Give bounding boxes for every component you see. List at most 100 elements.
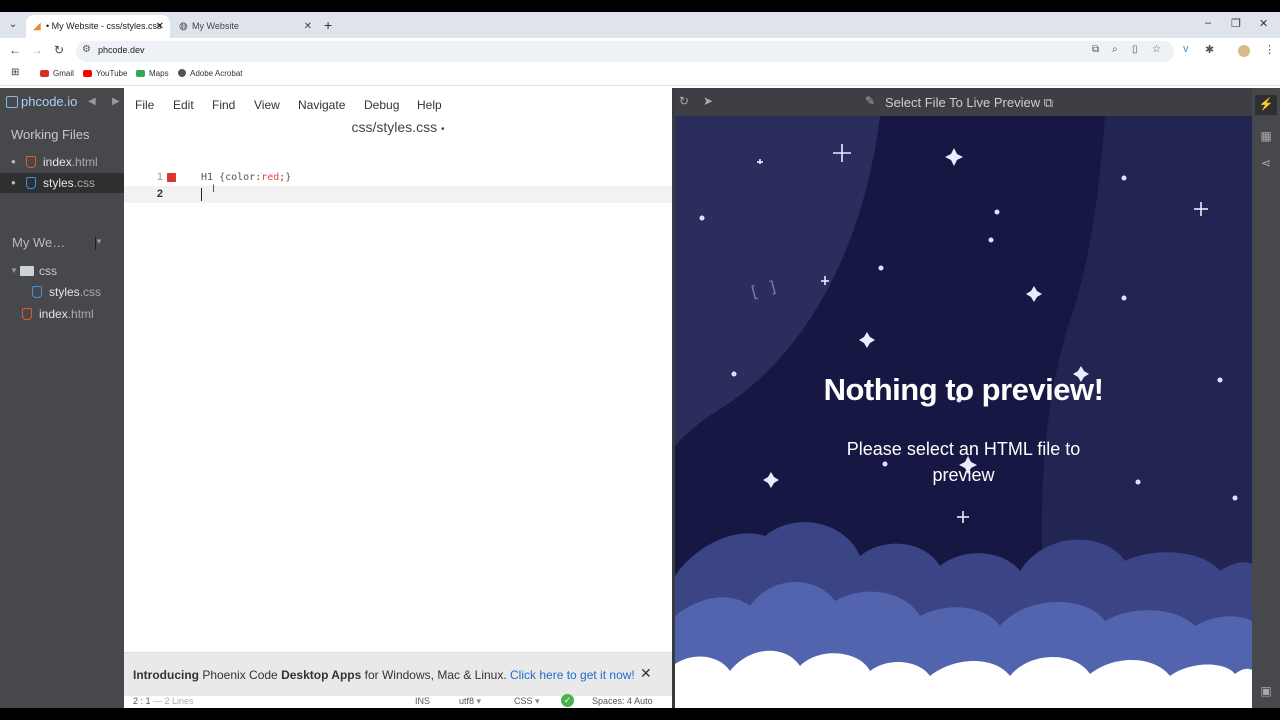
folder-icon (20, 266, 34, 276)
zoom-icon[interactable]: ⌕ (1112, 44, 1118, 55)
menu-edit[interactable]: Edit (173, 98, 194, 112)
share-icon[interactable]: ▯ (1132, 44, 1138, 55)
preview-heading: Nothing to preview! (823, 372, 1104, 407)
html-file-icon (26, 156, 36, 168)
back-icon[interactable]: ← (9, 43, 21, 57)
globe-icon: ◍ (179, 21, 188, 32)
project-dropdown[interactable]: My We… ▼ (12, 235, 103, 250)
file-name: styles.css (43, 176, 96, 190)
bookmark-adobe-acrobat[interactable]: Adobe Acrobat (178, 69, 242, 78)
phoenix-icon: ◢ (33, 21, 41, 32)
editor-file-title: css/styles.css • (351, 119, 445, 135)
bookmark-youtube[interactable]: YouTube (83, 69, 127, 78)
close-window-icon[interactable]: ✕ (1259, 17, 1268, 30)
unsaved-dot: • (440, 124, 445, 135)
forward-icon[interactable]: → (31, 43, 43, 57)
reload-icon[interactable]: ↻ (679, 94, 689, 108)
maximize-icon[interactable]: ❐ (1231, 17, 1241, 30)
pin-icon[interactable]: ✎ (865, 94, 875, 108)
code-line-2[interactable]: 2 (124, 186, 672, 203)
text-cursor (201, 188, 202, 201)
css-file-icon (32, 286, 42, 298)
menu-find[interactable]: Find (212, 98, 235, 112)
close-tab-icon[interactable]: ✕ (156, 15, 164, 38)
ibeam-cursor-icon: I (212, 183, 216, 195)
html-file-icon (22, 308, 32, 320)
working-file-index-html[interactable]: ● index.html (0, 152, 124, 172)
tree-folder-css[interactable]: ▼ css (0, 261, 124, 281)
encoding-select[interactable]: utf8 ▾ (459, 696, 481, 707)
youtube-icon (83, 70, 92, 77)
omnibox[interactable]: ⚙ phcode.dev ⧉ ⌕ ▯ ☆ (76, 41, 1174, 62)
pointer-mode-icon[interactable]: ➤ (703, 94, 713, 108)
live-preview-panel: ↻ ➤ ✎ Select File To Live Preview ⧉ [] … (675, 88, 1252, 708)
indent-settings[interactable]: Spaces: 4 Auto (592, 696, 653, 706)
feedback-icon[interactable]: ▣ (1258, 684, 1274, 698)
site-info-icon[interactable]: ⚙ (82, 44, 91, 55)
bookmarks-bar: ⊞ Gmail YouTube Maps Adobe Acrobat (0, 64, 1280, 86)
close-banner-icon[interactable]: ✕ (640, 665, 652, 682)
open-external-icon[interactable]: ⧉ (1044, 95, 1053, 110)
css-file-icon (26, 177, 36, 189)
tree-file-index-html[interactable]: index.html (0, 304, 124, 324)
reload-icon[interactable]: ↻ (54, 43, 64, 57)
code-line-1[interactable]: 1 H1 {color:red;} (124, 169, 672, 186)
night-sky-illustration: [ ] (675, 116, 1252, 708)
vimeo-extension-icon[interactable]: v (1183, 43, 1189, 55)
minimize-icon[interactable]: – (1205, 17, 1211, 29)
desktop-apps-banner: Introducing Phoenix Code Desktop Apps fo… (124, 652, 672, 696)
chevron-down-icon: ▾ (476, 696, 482, 706)
url-text: phcode.dev (98, 45, 145, 55)
menu-kebab-icon[interactable]: ⋮ (1264, 43, 1275, 56)
line-number: 1 (156, 171, 163, 183)
menu-debug[interactable]: Debug (364, 98, 399, 112)
status-bar: 2 : 1 — 2 Lines INS utf8 ▾ CSS ▾ ✓ Space… (124, 694, 672, 708)
extensions-icon[interactable]: ▦ (1258, 129, 1274, 143)
bookmark-maps[interactable]: Maps (136, 69, 169, 78)
app-logo[interactable]: phcode.io (6, 94, 77, 109)
preview-subtext: Please select an HTML file to preview (846, 439, 1081, 485)
live-preview-icon[interactable]: ⚡ (1258, 97, 1274, 111)
logo-icon (6, 96, 18, 108)
new-tab-button[interactable]: + (324, 16, 332, 34)
close-tab-icon[interactable]: ✕ (304, 15, 312, 38)
menu-navigate[interactable]: Navigate (298, 98, 345, 112)
insert-mode[interactable]: INS (415, 696, 430, 706)
cursor-position[interactable]: 2 : 1 — 2 Lines (133, 696, 194, 706)
avatar[interactable] (1238, 45, 1250, 57)
nav-back-icon[interactable]: ◀ (88, 96, 96, 107)
chevron-down-icon: ▼ (95, 237, 103, 250)
chevron-down-icon: ▼ (10, 266, 18, 275)
apps-grid-icon[interactable]: ⊞ (11, 67, 19, 78)
tab-my-website-styles[interactable]: ◢ • My Website - css/styles.css ✕ (26, 15, 170, 38)
tab-my-website[interactable]: ◍ My Website ✕ (172, 15, 318, 38)
share-icon[interactable]: ⋖ (1258, 156, 1274, 170)
tree-file-styles-css[interactable]: styles.css (0, 282, 124, 302)
menu-bar: File Edit Find View Navigate Debug Help (124, 88, 672, 116)
bullet: ● (11, 178, 16, 187)
bookmark-star-icon[interactable]: ☆ (1152, 44, 1161, 55)
menu-help[interactable]: Help (417, 98, 442, 112)
preview-canvas: [ ] Nothing to preview! Please select an… (675, 116, 1252, 708)
chevron-down-icon: ▾ (535, 696, 540, 706)
tab-title: My Website (192, 21, 239, 31)
browser-window: ⌄ ◢ • My Website - css/styles.css ✕ ◍ My… (0, 12, 1280, 708)
gmail-icon (40, 70, 49, 77)
lint-error-icon[interactable] (167, 173, 176, 182)
get-desktop-app-link[interactable]: Click here to get it now! (510, 668, 635, 682)
extensions-icon[interactable]: ✱ (1205, 43, 1214, 56)
bookmark-gmail[interactable]: Gmail (40, 69, 74, 78)
lint-ok-icon[interactable]: ✓ (561, 694, 574, 707)
preview-title: Select File To Live Preview ⧉ (885, 95, 1054, 110)
menu-file[interactable]: File (135, 98, 154, 112)
install-icon[interactable]: ⧉ (1092, 44, 1099, 55)
nav-forward-icon[interactable]: ▶ (112, 96, 120, 107)
address-bar: ← → ↻ ⚙ phcode.dev ⧉ ⌕ ▯ ☆ v ✱ ⋮ (0, 38, 1280, 64)
language-select[interactable]: CSS ▾ (514, 696, 540, 707)
menu-view[interactable]: View (254, 98, 280, 112)
preview-toolbar: ↻ ➤ ✎ Select File To Live Preview ⧉ (675, 88, 1252, 116)
tab-search-icon[interactable]: ⌄ (4, 16, 22, 34)
working-file-styles-css[interactable]: ● styles.css (0, 173, 124, 193)
tab-strip: ⌄ ◢ • My Website - css/styles.css ✕ ◍ My… (0, 12, 1280, 38)
tab-title: • My Website - css/styles.css (46, 21, 162, 31)
